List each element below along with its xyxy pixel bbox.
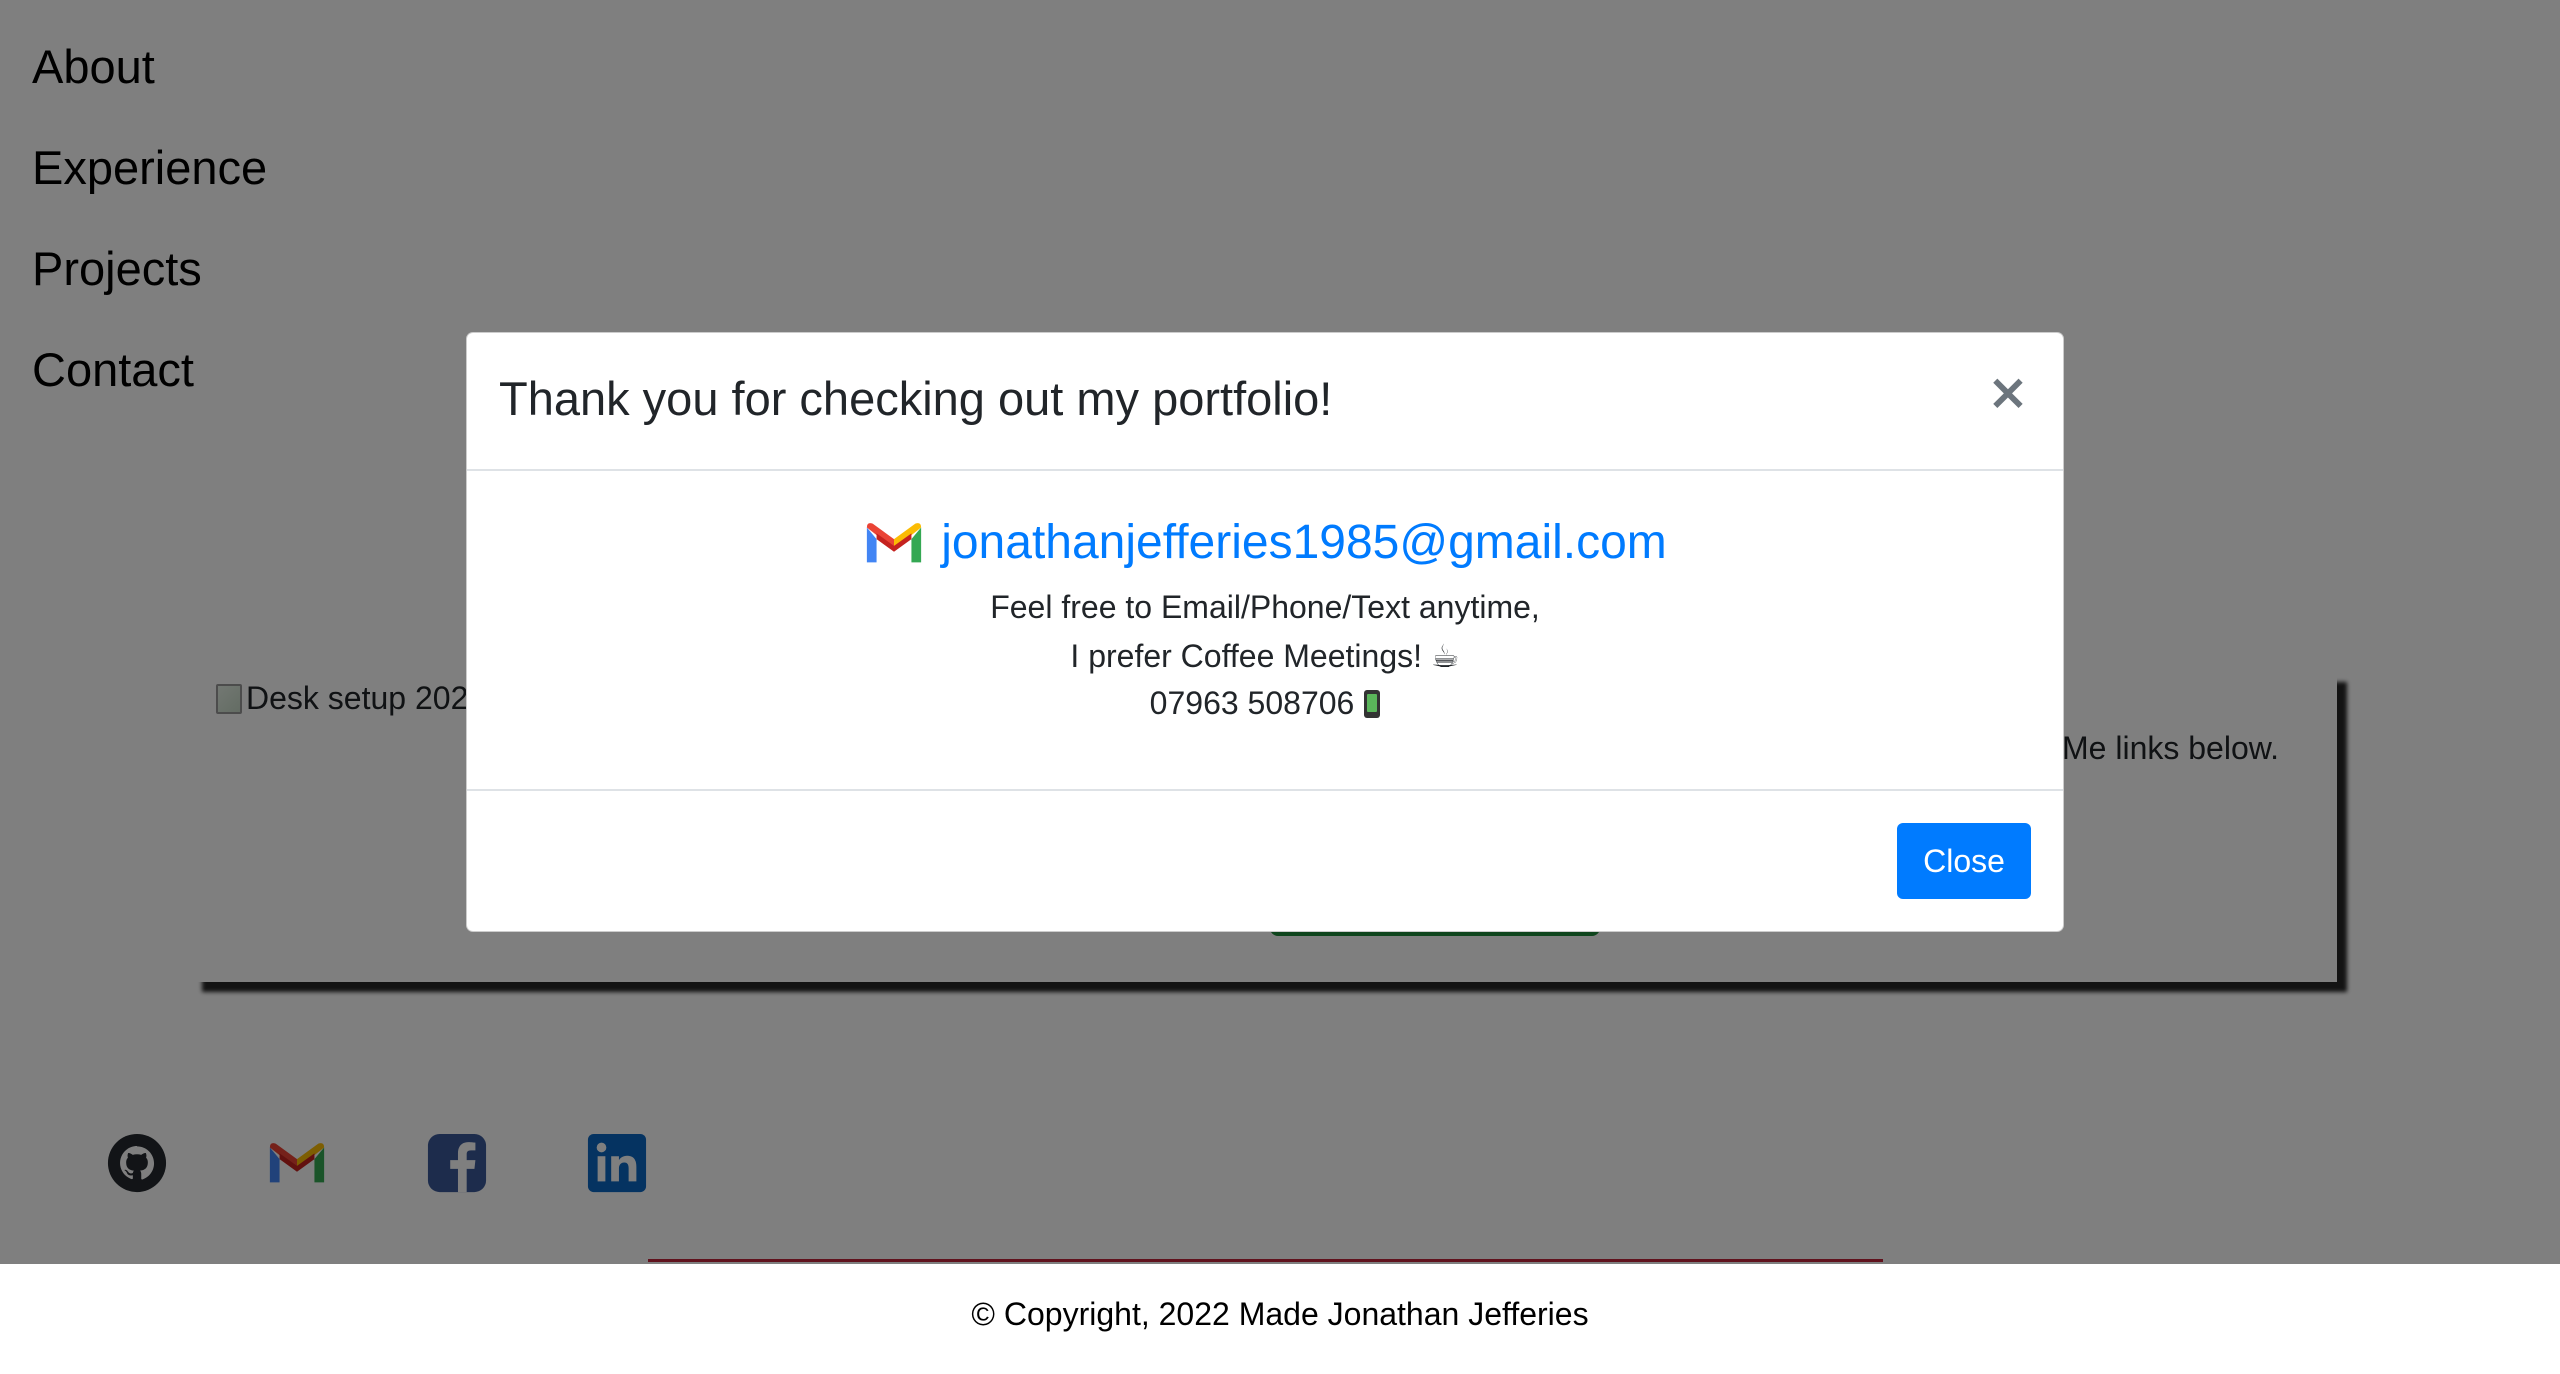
phone-number: 07963 508706 (1149, 685, 1355, 721)
email-link[interactable]: jonathanjefferies1985@gmail.com (941, 515, 1667, 570)
contact-modal: Thank you for checking out my portfolio!… (466, 332, 2064, 932)
mobile-phone-icon (1364, 690, 1381, 718)
close-icon[interactable]: × (1985, 367, 2031, 417)
contact-invite-text: Feel free to Email/Phone/Text anytime, (990, 589, 1540, 625)
modal-header: Thank you for checking out my portfolio!… (467, 333, 2063, 471)
modal-footer: Close (467, 789, 2063, 933)
close-button[interactable]: Close (1897, 823, 2031, 899)
coffee-meetings-text: I prefer Coffee Meetings! ☕ (1070, 638, 1460, 674)
modal-title: Thank you for checking out my portfolio! (499, 372, 1333, 425)
gmail-icon (867, 522, 922, 562)
footer-copyright: © Copyright, 2022 Made Jonathan Jefferie… (971, 1296, 1589, 1332)
email-row: jonathanjefferies1985@gmail.com (467, 515, 2063, 570)
phone-row: 07963 508706 (467, 685, 2063, 722)
